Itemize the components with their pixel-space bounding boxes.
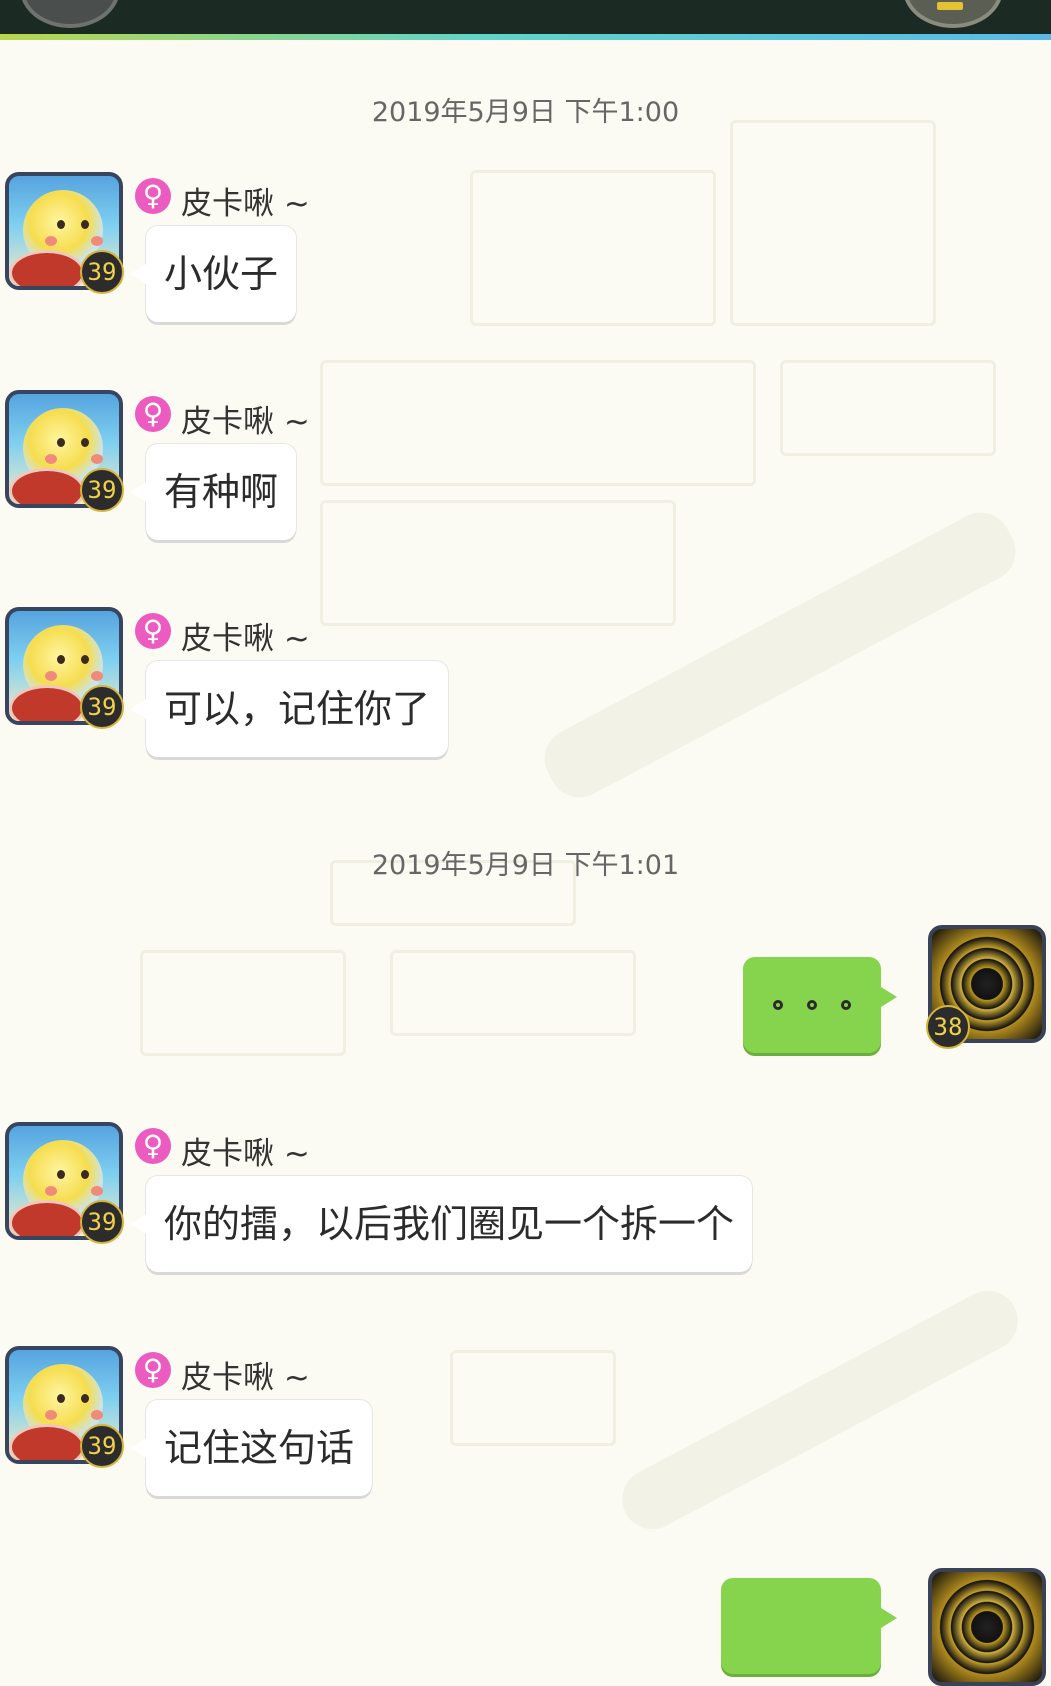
dot-icon (841, 1000, 851, 1010)
avatar-cheek (45, 1410, 57, 1420)
avatar-eye (57, 220, 65, 229)
incoming-bubble[interactable]: 你的擂，以后我们圈见一个拆一个 (129, 1176, 753, 1272)
level-badge: 38 (926, 1005, 970, 1049)
dot-icon (773, 1000, 783, 1010)
avatar-ring (9, 1424, 85, 1460)
background-pattern (450, 1350, 616, 1446)
avatar-cheek (91, 671, 103, 681)
menu-button[interactable] (903, 0, 1003, 28)
female-icon: ♀ (135, 178, 171, 214)
background-pattern (140, 950, 346, 1056)
avatar-eye (81, 1170, 89, 1179)
level-badge: 39 (80, 1424, 124, 1468)
background-pattern (470, 170, 716, 326)
female-icon: ♀ (135, 1128, 171, 1164)
menu-icon (937, 2, 963, 10)
avatar-ring (9, 1200, 85, 1236)
sender-name: 皮卡啾 ~ (181, 186, 310, 222)
incoming-bubble[interactable]: 小伙子 (129, 226, 297, 322)
avatar-ring (9, 685, 85, 721)
incoming-bubble[interactable]: 可以，记住你了 (129, 661, 449, 757)
female-icon: ♀ (135, 1352, 171, 1388)
avatar-eye (57, 655, 65, 664)
level-badge: 39 (80, 1200, 124, 1244)
back-button[interactable] (20, 0, 120, 28)
title-bar (0, 0, 1051, 40)
incoming-bubble[interactable]: 有种啊 (129, 444, 297, 540)
incoming-bubble[interactable]: 记住这句话 (129, 1400, 373, 1496)
background-pattern (390, 950, 636, 1036)
female-icon: ♀ (135, 396, 171, 432)
outgoing-bubble[interactable]: 。。。 (743, 957, 897, 1053)
avatar-cheek (91, 1186, 103, 1196)
avatar-cheek (45, 454, 57, 464)
avatar-cheek (45, 236, 57, 246)
sender-name: 皮卡啾 ~ (181, 404, 310, 440)
background-pattern (611, 1280, 1029, 1540)
avatar-eye (81, 220, 89, 229)
header-divider (0, 34, 1051, 40)
avatar-ring (9, 250, 85, 286)
avatar-eye (57, 1170, 65, 1179)
timestamp: 2019年5月9日 下午1:00 (371, 97, 680, 128)
level-badge: 39 (80, 468, 124, 512)
ellipsis-dots (773, 957, 851, 1053)
avatar-cheek (91, 1410, 103, 1420)
avatar-cheek (45, 1186, 57, 1196)
my-avatar[interactable] (928, 1568, 1046, 1686)
background-pattern (320, 500, 676, 626)
avatar-eye (57, 438, 65, 447)
sender-name: 皮卡啾 ~ (181, 621, 310, 657)
avatar-cheek (91, 236, 103, 246)
avatar-eye (81, 1394, 89, 1403)
avatar-ring (9, 468, 85, 504)
level-badge: 39 (80, 250, 124, 294)
female-icon: ♀ (135, 613, 171, 649)
background-pattern (320, 360, 756, 486)
avatar-eye (81, 655, 89, 664)
outgoing-bubble[interactable] (721, 1578, 897, 1674)
sender-name: 皮卡啾 ~ (181, 1136, 310, 1172)
background-pattern (730, 120, 936, 326)
avatar-cheek (45, 671, 57, 681)
sender-name: 皮卡啾 ~ (181, 1360, 310, 1396)
avatar-eye (81, 438, 89, 447)
avatar-cheek (91, 454, 103, 464)
background-pattern (780, 360, 996, 456)
level-badge: 39 (80, 685, 124, 729)
dot-icon (807, 1000, 817, 1010)
avatar-eye (57, 1394, 65, 1403)
timestamp: 2019年5月9日 下午1:01 (371, 850, 680, 881)
